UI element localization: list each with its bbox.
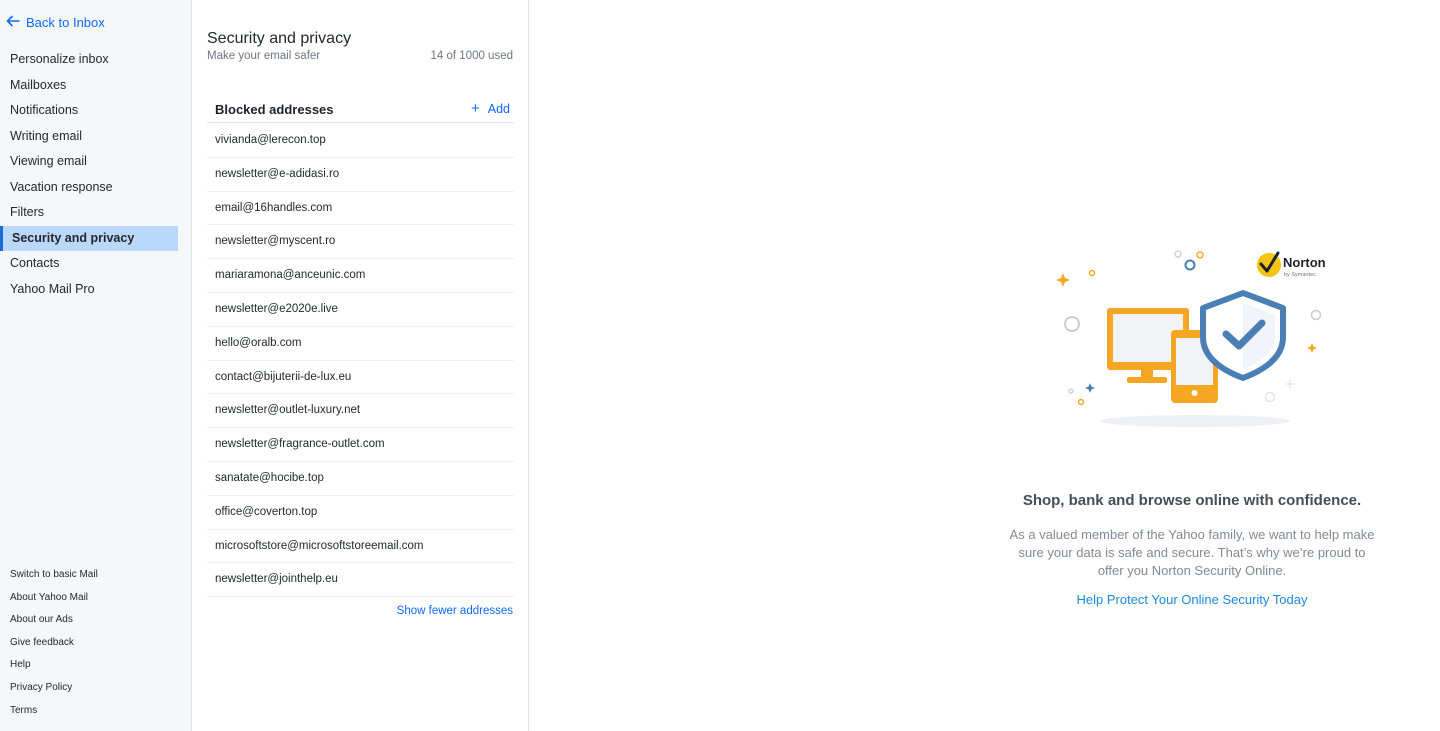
security-settings-panel: Security and privacy Make your email saf… — [193, 0, 529, 731]
list-item[interactable]: newsletter@e-adidasi.ro — [207, 158, 514, 192]
list-item[interactable]: contact@bijuterii-de-lux.eu — [207, 361, 514, 395]
list-item[interactable]: mariaramona@anceunic.com — [207, 259, 514, 293]
norton-security-illustration: Norton by Symantec — [1056, 250, 1326, 427]
sidebar-item-writing-email[interactable]: Writing email — [0, 124, 178, 150]
list-item[interactable]: email@16handles.com — [207, 192, 514, 226]
sidebar-item-security-and-privacy[interactable]: Security and privacy — [0, 225, 178, 251]
promo-body: As a valued member of the Yahoo family, … — [1009, 527, 1375, 578]
list-item[interactable]: newsletter@e2020e.live — [207, 293, 514, 327]
list-item[interactable]: microsoftstore@microsoftstoreemail.com — [207, 530, 514, 564]
sidebar-footer: Switch to basic Mail About Yahoo Mail Ab… — [10, 566, 98, 724]
sidebar-item-contacts[interactable]: Contacts — [0, 251, 178, 277]
sidebar-item-personalize-inbox[interactable]: Personalize inbox — [0, 47, 178, 73]
back-to-inbox-link[interactable]: Back to Inbox — [6, 14, 105, 31]
blocked-addresses-header: Blocked addresses + Add — [207, 97, 514, 123]
norton-logo: Norton by Symantec — [1257, 251, 1326, 278]
show-fewer-addresses-link[interactable]: Show fewer addresses — [397, 605, 513, 617]
privacy-policy-link[interactable]: Privacy Policy — [10, 679, 98, 702]
sidebar-item-notifications[interactable]: Notifications — [0, 98, 178, 124]
plus-icon: + — [470, 100, 480, 117]
list-item[interactable]: office@coverton.top — [207, 496, 514, 530]
list-item[interactable]: vivianda@lerecon.top — [207, 124, 514, 158]
blocked-addresses-list: vivianda@lerecon.top newsletter@e-adidas… — [207, 124, 514, 598]
sidebar-item-yahoo-mail-pro[interactable]: Yahoo Mail Pro — [0, 277, 178, 303]
promo-headline: Shop, bank and browse online with confid… — [1022, 492, 1362, 509]
about-yahoo-mail-link[interactable]: About Yahoo Mail — [10, 589, 98, 612]
back-to-inbox-label: Back to Inbox — [26, 15, 105, 30]
norton-cta-link[interactable]: Help Protect Your Online Security Today — [992, 592, 1392, 607]
page-title: Security and privacy — [207, 30, 352, 47]
terms-link[interactable]: Terms — [10, 702, 98, 725]
list-item[interactable]: newsletter@jointhelp.eu — [207, 563, 514, 598]
list-item[interactable]: sanatate@hocibe.top — [207, 462, 514, 496]
list-item[interactable]: newsletter@myscent.ro — [207, 225, 514, 260]
settings-sidebar: Back to Inbox Personalize inbox Mailboxe… — [0, 0, 192, 731]
give-feedback-link[interactable]: Give feedback — [10, 634, 98, 657]
about-our-ads-link[interactable]: About our Ads — [10, 611, 98, 634]
add-blocked-address-button[interactable]: + Add — [470, 100, 510, 117]
blocked-usage-count: 14 of 1000 used — [430, 50, 514, 62]
list-item[interactable]: hello@oralb.com — [207, 327, 514, 361]
sidebar-item-filters[interactable]: Filters — [0, 200, 178, 226]
svg-text:by Symantec: by Symantec — [1284, 272, 1316, 278]
svg-text:Norton: Norton — [1283, 255, 1326, 270]
settings-nav: Personalize inbox Mailboxes Notification… — [0, 47, 192, 302]
page-subtitle: Make your email safer — [207, 50, 321, 62]
norton-promo: Norton by Symantec Shop, bank and browse… — [530, 0, 1440, 731]
sidebar-item-viewing-email[interactable]: Viewing email — [0, 149, 178, 175]
sidebar-item-vacation-response[interactable]: Vacation response — [0, 175, 178, 201]
list-item[interactable]: newsletter@outlet-luxury.net — [207, 394, 514, 429]
arrow-left-icon — [6, 14, 20, 31]
switch-to-basic-mail-link[interactable]: Switch to basic Mail — [10, 566, 98, 589]
help-link[interactable]: Help — [10, 656, 98, 679]
sidebar-item-mailboxes[interactable]: Mailboxes — [0, 73, 178, 99]
add-button-label: Add — [487, 102, 510, 116]
blocked-addresses-title: Blocked addresses — [215, 102, 334, 117]
list-item[interactable]: newsletter@fragrance-outlet.com — [207, 428, 514, 462]
